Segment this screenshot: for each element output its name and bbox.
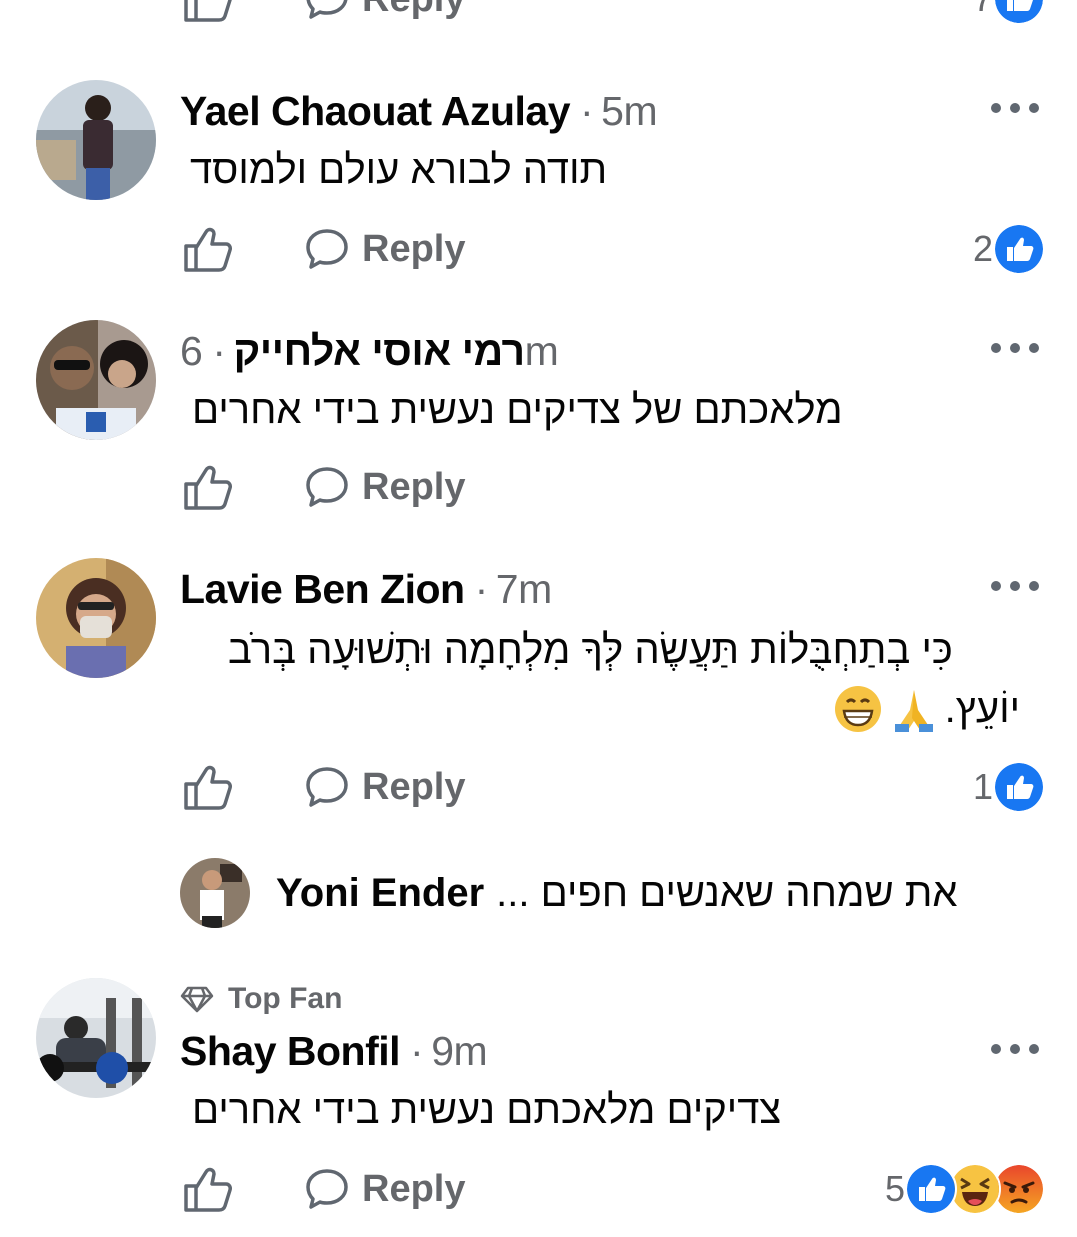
- like-icon: [993, 223, 1045, 275]
- reaction-summary[interactable]: 5: [884, 1163, 1045, 1215]
- reaction-summary[interactable]: 7: [973, 0, 1045, 25]
- thumbs-up-outline-icon: [184, 0, 232, 22]
- comment: Lavie Ben Zion · 7m כִּי בְתַחְבֻּלוֹת תַּ…: [0, 558, 1077, 948]
- speech-bubble-icon: [306, 229, 348, 269]
- like-icon: [993, 761, 1045, 813]
- like-button[interactable]: [182, 1164, 234, 1214]
- folded-hands-icon: [894, 690, 933, 732]
- comment-text: תודה לבורא עולם ולמוסד: [190, 148, 608, 192]
- reply-preview-text: את שמחה שאנשים חפים ...: [496, 870, 958, 915]
- comment: רמי אוסי אלחייק·6m מלאכתם של צדיקים נעשי…: [0, 320, 1077, 530]
- comment-text: מלאכתם של צדיקים נעשית בידי אחרים: [192, 388, 843, 432]
- comment-author-line: Lavie Ben Zion · 7m: [180, 566, 552, 612]
- comment-text-fragment: יוֹעֵץ.: [944, 686, 1020, 731]
- more-options-button[interactable]: [991, 581, 1039, 593]
- reply-button[interactable]: Reply: [304, 224, 465, 274]
- reply-label: Reply: [362, 465, 466, 508]
- reaction-count: 7: [973, 0, 993, 20]
- like-button[interactable]: [182, 224, 234, 274]
- like-icon: [993, 0, 1045, 25]
- comment-text: צדיקים מלאכתם נעשית בידי אחרים: [192, 1088, 782, 1132]
- reply-label: Reply: [362, 0, 465, 21]
- reaction-count: 1: [972, 766, 993, 807]
- speech-bubble-icon: [306, 0, 348, 19]
- more-options-button[interactable]: [991, 103, 1039, 115]
- badge-label: Top Fan: [228, 982, 343, 1015]
- speech-bubble-icon: [306, 467, 348, 507]
- reply-button[interactable]: Reply: [304, 1164, 465, 1214]
- more-options-button[interactable]: [991, 343, 1039, 355]
- avatar[interactable]: [36, 978, 156, 1098]
- like-button[interactable]: [182, 462, 234, 512]
- avatar[interactable]: [36, 80, 156, 200]
- more-options-button[interactable]: [991, 1044, 1039, 1056]
- comment-actions-partial: Reply 7: [0, 0, 1077, 34]
- comment: Top Fan Shay Bonfil · 9m צדיקים מלאכתם נעש…: [0, 978, 1077, 1237]
- reaction-count: 2: [972, 228, 993, 269]
- like-button[interactable]: [182, 762, 234, 812]
- speech-bubble-icon: [306, 1169, 348, 1209]
- thumbs-up-outline-icon: [184, 765, 232, 810]
- top-fan-badge: Top Fan: [180, 982, 342, 1016]
- comment-author-line: Yael Chaouat Azulay · 5m: [180, 88, 658, 134]
- thumbs-up-outline-icon: [184, 227, 232, 272]
- reaction-summary[interactable]: 2: [972, 223, 1045, 275]
- reply-label: Reply: [362, 1167, 466, 1210]
- reply-preview[interactable]: Yoni Ender את שמחה שאנשים חפים ...: [180, 858, 958, 928]
- reaction-count: 5: [884, 1168, 905, 1209]
- author-name[interactable]: Yael Chaouat Azulay: [180, 88, 571, 134]
- thumbs-up-outline-icon: [184, 465, 232, 510]
- comment-author-line: רמי אוסי אלחייק·6m: [180, 328, 559, 374]
- like-icon: [905, 1163, 957, 1215]
- reply-button[interactable]: Reply: [304, 762, 465, 812]
- author-name[interactable]: Lavie Ben Zion: [180, 566, 465, 612]
- like-button[interactable]: [182, 0, 234, 24]
- reply-label: Reply: [362, 765, 466, 808]
- grinning-face-icon: [834, 686, 881, 732]
- timestamp[interactable]: 5m: [601, 88, 657, 134]
- reply-button[interactable]: Reply: [304, 462, 465, 512]
- avatar[interactable]: [36, 320, 156, 440]
- comment-author-line: Shay Bonfil · 9m: [180, 1028, 488, 1074]
- avatar[interactable]: [180, 858, 250, 928]
- timestamp[interactable]: 7m: [496, 566, 552, 612]
- reply-label: Reply: [362, 227, 466, 270]
- reply-author-name: Yoni Ender: [276, 870, 485, 915]
- comment-text-line: יוֹעֵץ.: [833, 684, 1020, 734]
- reply-button[interactable]: Reply: [304, 0, 465, 24]
- timestamp[interactable]: 9m: [431, 1028, 487, 1074]
- comment-text-line: כִּי בְתַחְבֻּלוֹת תַּעֲשֶׂה לְּךָ מִלְח…: [228, 628, 953, 672]
- reaction-summary[interactable]: 1: [972, 761, 1045, 813]
- author-name[interactable]: Shay Bonfil: [180, 1028, 401, 1074]
- thumbs-up-outline-icon: [184, 1167, 232, 1212]
- avatar[interactable]: [36, 558, 156, 678]
- comment: Yael Chaouat Azulay · 5m תודה לבורא עולם ו…: [0, 80, 1077, 290]
- speech-bubble-icon: [306, 767, 348, 807]
- author-name[interactable]: רמי אוסי אלחייק: [233, 328, 525, 374]
- diamond-icon: [180, 986, 214, 1013]
